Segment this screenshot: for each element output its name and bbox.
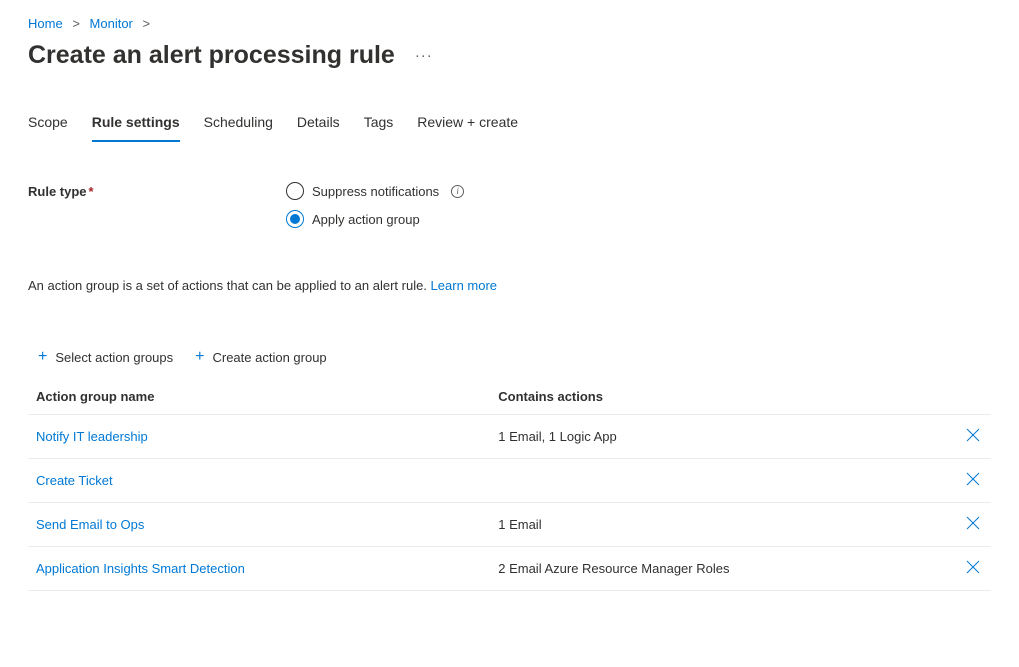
breadcrumb: Home > Monitor >	[28, 16, 991, 31]
description-text: An action group is a set of actions that…	[28, 278, 991, 293]
col-contains-actions: Contains actions	[490, 377, 951, 415]
required-indicator: *	[89, 184, 94, 199]
tabs: Scope Rule settings Scheduling Details T…	[28, 114, 991, 142]
table-header-row: Action group name Contains actions	[28, 377, 991, 415]
learn-more-link[interactable]: Learn more	[431, 278, 497, 293]
action-group-link[interactable]: Create Ticket	[36, 473, 113, 488]
tab-scope[interactable]: Scope	[28, 114, 68, 142]
tab-rule-settings[interactable]: Rule settings	[92, 114, 180, 142]
table-row: Notify IT leadership 1 Email, 1 Logic App	[28, 415, 991, 459]
rule-type-field: Rule type* Suppress notifications i Appl…	[28, 182, 991, 228]
command-label: Create action group	[212, 350, 326, 365]
chevron-right-icon: >	[143, 16, 151, 31]
contains-actions-cell: 2 Email Azure Resource Manager Roles	[490, 547, 951, 591]
select-action-groups-button[interactable]: + Select action groups	[34, 343, 177, 371]
chevron-right-icon: >	[72, 16, 80, 31]
action-group-link[interactable]: Application Insights Smart Detection	[36, 561, 245, 576]
contains-actions-cell: 1 Email	[490, 503, 951, 547]
action-group-link[interactable]: Send Email to Ops	[36, 517, 144, 532]
breadcrumb-monitor[interactable]: Monitor	[90, 16, 133, 31]
info-icon[interactable]: i	[451, 185, 464, 198]
col-action-group-name: Action group name	[28, 377, 490, 415]
contains-actions-cell	[490, 459, 951, 503]
radio-apply-action-group[interactable]: Apply action group	[286, 210, 464, 228]
action-group-link[interactable]: Notify IT leadership	[36, 429, 148, 444]
table-row: Application Insights Smart Detection 2 Em…	[28, 547, 991, 591]
tab-scheduling[interactable]: Scheduling	[204, 114, 273, 142]
contains-actions-cell: 1 Email, 1 Logic App	[490, 415, 951, 459]
rule-type-label-text: Rule type	[28, 184, 87, 199]
table-row: Send Email to Ops 1 Email	[28, 503, 991, 547]
remove-icon[interactable]	[965, 559, 981, 575]
breadcrumb-home[interactable]: Home	[28, 16, 63, 31]
create-action-group-button[interactable]: + Create action group	[191, 343, 331, 371]
action-groups-table: Action group name Contains actions Notif…	[28, 377, 991, 591]
remove-icon[interactable]	[965, 515, 981, 531]
radio-label: Apply action group	[312, 212, 420, 227]
rule-type-options: Suppress notifications i Apply action gr…	[286, 182, 464, 228]
col-remove	[951, 377, 991, 415]
radio-suppress-notifications[interactable]: Suppress notifications i	[286, 182, 464, 200]
command-bar: + Select action groups + Create action g…	[28, 343, 991, 371]
rule-type-label: Rule type*	[28, 182, 286, 199]
radio-label: Suppress notifications	[312, 184, 439, 199]
tab-tags[interactable]: Tags	[364, 114, 394, 142]
plus-icon: +	[195, 349, 204, 365]
description-body: An action group is a set of actions that…	[28, 278, 427, 293]
tab-details[interactable]: Details	[297, 114, 340, 142]
page-title-row: Create an alert processing rule ···	[28, 41, 991, 70]
more-actions-button[interactable]: ···	[409, 47, 439, 64]
remove-icon[interactable]	[965, 471, 981, 487]
tab-review-create[interactable]: Review + create	[417, 114, 518, 142]
remove-icon[interactable]	[965, 427, 981, 443]
table-row: Create Ticket	[28, 459, 991, 503]
plus-icon: +	[38, 349, 47, 365]
command-label: Select action groups	[55, 350, 173, 365]
page-title: Create an alert processing rule	[28, 41, 395, 70]
radio-icon	[286, 182, 304, 200]
radio-icon	[286, 210, 304, 228]
